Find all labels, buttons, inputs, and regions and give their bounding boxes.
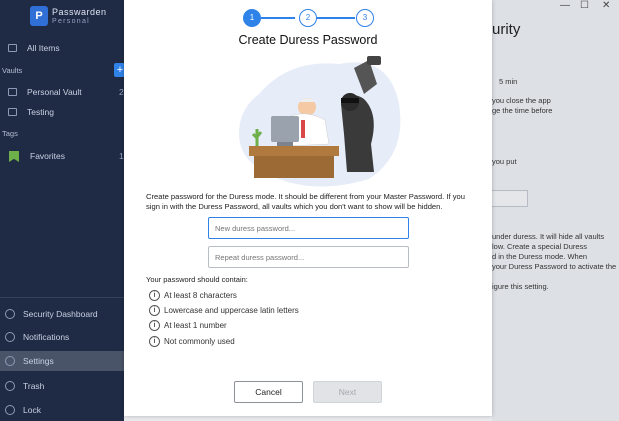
sidebar-item-lock[interactable]: Lock (0, 400, 124, 420)
tag-icon (9, 151, 19, 162)
requirement-text: At least 1 number (164, 321, 227, 330)
sidebar: P Passwarden Personal All Items Vaults +… (0, 0, 126, 421)
create-duress-password-dialog: 1 2 3 Create Duress Password Create pass… (124, 0, 492, 416)
lock-icon (5, 405, 15, 415)
repeat-duress-password-input[interactable] (208, 246, 409, 268)
cancel-button[interactable]: Cancel (234, 381, 303, 403)
step-indicator-1: 1 (243, 9, 261, 27)
requirements-heading: Your password should contain: (146, 275, 248, 284)
requirement-text: Lowercase and uppercase latin letters (164, 306, 299, 315)
settings-text: igure this setting. (492, 282, 549, 291)
sidebar-item-label: Lock (23, 405, 41, 415)
requirement-text: Not commonly used (164, 337, 235, 346)
step-connector (317, 17, 355, 19)
sidebar-item-all-items[interactable]: All Items (0, 38, 124, 58)
minimize-icon[interactable]: — (560, 0, 570, 11)
gear-icon (5, 356, 15, 366)
sidebar-item-label: Settings (23, 356, 54, 366)
info-icon: i (149, 336, 160, 347)
settings-text: ge the time before (492, 106, 553, 115)
requirement-text: At least 8 characters (164, 291, 237, 300)
vault-icon (8, 88, 17, 96)
sidebar-item-notifications[interactable]: Notifications (0, 327, 124, 347)
step-indicator-2: 2 (299, 9, 317, 27)
sidebar-item-label: Security Dashboard (23, 309, 98, 319)
grid-icon (8, 44, 17, 52)
vaults-heading: Vaults (2, 66, 23, 75)
bell-icon (5, 332, 15, 342)
settings-text: you close the app (492, 96, 551, 105)
sidebar-item-security-dashboard[interactable]: Security Dashboard (0, 304, 124, 324)
info-icon: i (149, 290, 160, 301)
settings-text: d in the Duress mode. When (492, 252, 588, 261)
timeout-select[interactable] (492, 190, 528, 207)
tags-heading: Tags (2, 129, 18, 138)
vault-icon (8, 108, 17, 116)
sidebar-item-favorites[interactable]: Favorites 1 (0, 146, 124, 166)
sidebar-item-testing[interactable]: Testing (0, 102, 124, 122)
sidebar-item-label: Trash (23, 381, 45, 391)
sidebar-item-trash[interactable]: Trash (0, 376, 124, 396)
new-duress-password-input[interactable] (208, 217, 409, 239)
sidebar-item-label: Notifications (23, 332, 70, 342)
divider (0, 297, 124, 298)
sidebar-item-label: Personal Vault (27, 87, 82, 97)
brand-name: Passwarden (52, 7, 107, 17)
settings-pane-visible-part: — ☐ ✕ urity 5 min you close the app ge t… (492, 0, 619, 421)
info-icon: i (149, 305, 160, 316)
settings-text: under duress. It will hide all vaults (492, 232, 605, 241)
sidebar-item-settings[interactable]: Settings (0, 351, 124, 371)
shield-icon (5, 309, 15, 319)
sidebar-item-label: Favorites (30, 151, 65, 161)
next-button[interactable]: Next (313, 381, 382, 403)
settings-text: your Duress Password to activate the (492, 262, 617, 271)
settings-text: low. Create a special Duress (492, 242, 588, 251)
timeout-value: 5 min (499, 77, 518, 86)
passwarden-logo-icon: P (30, 6, 48, 26)
step-connector (261, 17, 295, 19)
info-icon: i (149, 320, 160, 331)
duress-illustration (239, 56, 401, 187)
sidebar-item-label: All Items (27, 43, 60, 53)
close-icon[interactable]: ✕ (602, 0, 610, 11)
dialog-description: Create password for the Duress mode. It … (146, 192, 465, 211)
sidebar-item-personal-vault[interactable]: Personal Vault 2 (0, 82, 124, 102)
brand-subtitle: Personal (52, 18, 91, 25)
maximize-icon[interactable]: ☐ (580, 0, 589, 11)
dialog-title: Create Duress Password (238, 33, 378, 47)
sidebar-item-label: Testing (27, 107, 54, 117)
trash-icon (5, 381, 15, 391)
settings-section-title: urity (492, 21, 521, 38)
settings-text: you put (492, 157, 517, 166)
step-indicator-3: 3 (356, 9, 374, 27)
